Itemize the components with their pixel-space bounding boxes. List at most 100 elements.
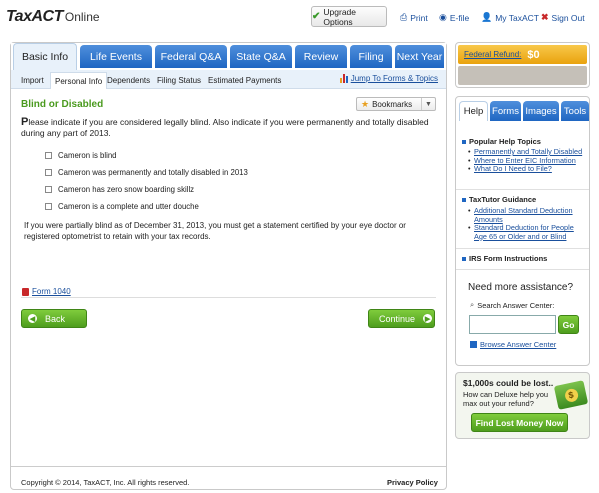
top-header: TaxACT Online ✔ Upgrade Options ⎙ Print ◉…: [0, 0, 599, 34]
tab-help[interactable]: Help: [459, 101, 488, 121]
back-button[interactable]: ◀ Back: [21, 309, 87, 328]
print-link[interactable]: ⎙ Print: [400, 12, 428, 23]
mytaxact-label: My TaxACT: [495, 12, 539, 23]
star-icon: ★: [361, 98, 370, 109]
subnav-import[interactable]: Import: [21, 73, 44, 88]
printer-icon: ⎙: [400, 12, 408, 22]
tab-images[interactable]: Images: [523, 101, 559, 121]
partial-blind-note: If you were partially blind as of Decemb…: [24, 221, 406, 241]
promo-text: How can Deluxe help you max out your ref…: [463, 390, 549, 408]
help-link[interactable]: Additional Standard Deduction Amounts: [468, 206, 586, 224]
chart-icon: [339, 74, 348, 83]
tab-life-events[interactable]: Life Events: [80, 45, 152, 68]
print-label: Print: [410, 12, 428, 23]
federal-refund-amount: $0: [527, 48, 540, 61]
checkbox-row: Cameron was permanently and totally disa…: [45, 167, 248, 177]
tab-forms[interactable]: Forms: [490, 101, 521, 121]
logo-online-text: Online: [64, 10, 100, 24]
checkbox-douche[interactable]: [45, 202, 52, 210]
subnav-personal-info[interactable]: Personal Info: [50, 72, 108, 89]
money-icon: $: [553, 380, 589, 410]
arrow-right-icon: ▶: [423, 314, 433, 323]
page-title: Blind or Disabled: [21, 99, 104, 110]
state-refund-bar: [458, 66, 587, 85]
form-1040-link[interactable]: Form 1040: [22, 287, 71, 296]
checkbox-row: Cameron is a complete and utter douche: [45, 201, 199, 211]
efile-label: E-file: [449, 12, 470, 23]
main-tabs: Basic Info Life Events Federal Q&A State…: [11, 43, 446, 70]
federal-refund-link[interactable]: Federal Refund:: [464, 50, 521, 59]
tab-next-year[interactable]: Next Year: [395, 45, 444, 68]
refund-box: Federal Refund: $0: [455, 42, 590, 88]
bookmarks-label: Bookmarks: [372, 99, 413, 109]
taxtutor-heading: TaxTutor Guidance: [462, 195, 536, 204]
subnav-estimated-payments[interactable]: Estimated Payments: [208, 73, 281, 88]
divider: [456, 189, 589, 190]
taxtutor-title: TaxTutor Guidance: [469, 195, 537, 204]
help-link[interactable]: Standard Deduction for People Age 65 or …: [468, 223, 586, 241]
sub-navigation: Import Personal Info Dependents Filing S…: [11, 70, 446, 89]
efile-icon: ◉: [439, 12, 447, 22]
irs-instructions-heading[interactable]: IRS Form Instructions: [462, 254, 547, 263]
popular-help-links: Permanently and Totally Disabled Where t…: [468, 147, 586, 174]
mytaxact-link[interactable]: 👤 My TaxACT: [481, 12, 539, 23]
irs-instructions-title: IRS Form Instructions: [469, 254, 548, 263]
checkbox-disabled[interactable]: [45, 168, 52, 176]
signout-label: Sign Out: [551, 12, 585, 23]
popular-help-title: Popular Help Topics: [469, 137, 541, 146]
privacy-policy-link[interactable]: Privacy Policy: [387, 478, 438, 487]
jump-label: Jump To Forms & Topics: [350, 74, 438, 83]
upgrade-options-label: Upgrade Options: [323, 6, 356, 27]
checkbox-label: Cameron has zero snow boarding skillz: [58, 184, 195, 194]
tab-tools[interactable]: Tools: [561, 101, 589, 121]
search-icon: ⌕: [470, 300, 475, 309]
subnav-filing-status[interactable]: Filing Status: [157, 73, 201, 88]
search-label-text: Search Answer Center:: [477, 300, 555, 310]
taxact-logo[interactable]: TaxACT Online: [6, 8, 100, 26]
upgrade-options-button[interactable]: ✔ Upgrade Options: [311, 6, 387, 27]
browse-label: Browse Answer Center: [480, 340, 557, 349]
user-icon: 👤: [481, 12, 493, 22]
checkbox-row: Cameron is blind: [45, 150, 117, 160]
signout-link[interactable]: ✖ Sign Out: [541, 12, 585, 23]
tab-review[interactable]: Review: [295, 45, 347, 68]
form-link-label: Form 1040: [32, 287, 71, 296]
bullet-icon: [462, 197, 466, 202]
checkbox-label: Cameron is blind: [58, 150, 117, 160]
logo-text: TaxACT: [6, 8, 63, 25]
subnav-dependents[interactable]: Dependents: [107, 73, 150, 88]
continue-label: Continue: [379, 313, 416, 324]
instruction-text: Please indicate if you are considered le…: [21, 117, 431, 139]
checkbox-snowboarding[interactable]: [45, 185, 52, 193]
checkbox-label: Cameron was permanently and totally disa…: [58, 167, 248, 177]
browse-icon: [470, 341, 477, 348]
federal-refund-bar: Federal Refund: $0: [458, 45, 587, 64]
jump-to-forms-link[interactable]: Jump To Forms & Topics: [339, 74, 438, 83]
checkbox-blind[interactable]: [45, 151, 52, 159]
tab-state-qa[interactable]: State Q&A: [230, 45, 292, 68]
promo-box: $1,000s could be lost.. How can Deluxe h…: [455, 372, 590, 439]
dollar-coin-icon: $: [563, 387, 579, 403]
arrow-left-icon: ◀: [28, 314, 37, 323]
chevron-down-icon[interactable]: ▼: [421, 98, 435, 110]
promo-title: $1,000s could be lost..: [463, 378, 554, 388]
find-lost-money-button[interactable]: Find Lost Money Now: [471, 413, 568, 432]
efile-link[interactable]: ◉ E-file: [439, 12, 469, 23]
popular-help-heading: Popular Help Topics: [462, 137, 541, 146]
search-answer-input[interactable]: [469, 315, 556, 334]
help-panel: Help Forms Images Tools Popular Help Top…: [455, 96, 590, 366]
browse-answer-center-link[interactable]: Browse Answer Center: [470, 340, 556, 349]
go-button[interactable]: Go: [558, 315, 579, 334]
back-label: Back: [45, 313, 66, 324]
checkmark-icon: ✔: [312, 11, 321, 22]
tab-federal-qa[interactable]: Federal Q&A: [155, 45, 227, 68]
continue-button[interactable]: Continue ▶: [368, 309, 435, 328]
tab-basic-info[interactable]: Basic Info: [13, 43, 77, 70]
instruction-body: lease indicate if you are considered leg…: [21, 117, 429, 138]
bullet-icon: [462, 256, 466, 261]
help-link[interactable]: What Do I Need to File?: [468, 165, 586, 174]
tab-filing[interactable]: Filing: [350, 45, 392, 68]
copyright-text: Copyright © 2014, TaxACT, Inc. All right…: [21, 478, 190, 487]
bookmarks-button[interactable]: ★ Bookmarks ▼: [356, 97, 436, 111]
pdf-icon: [22, 287, 29, 296]
